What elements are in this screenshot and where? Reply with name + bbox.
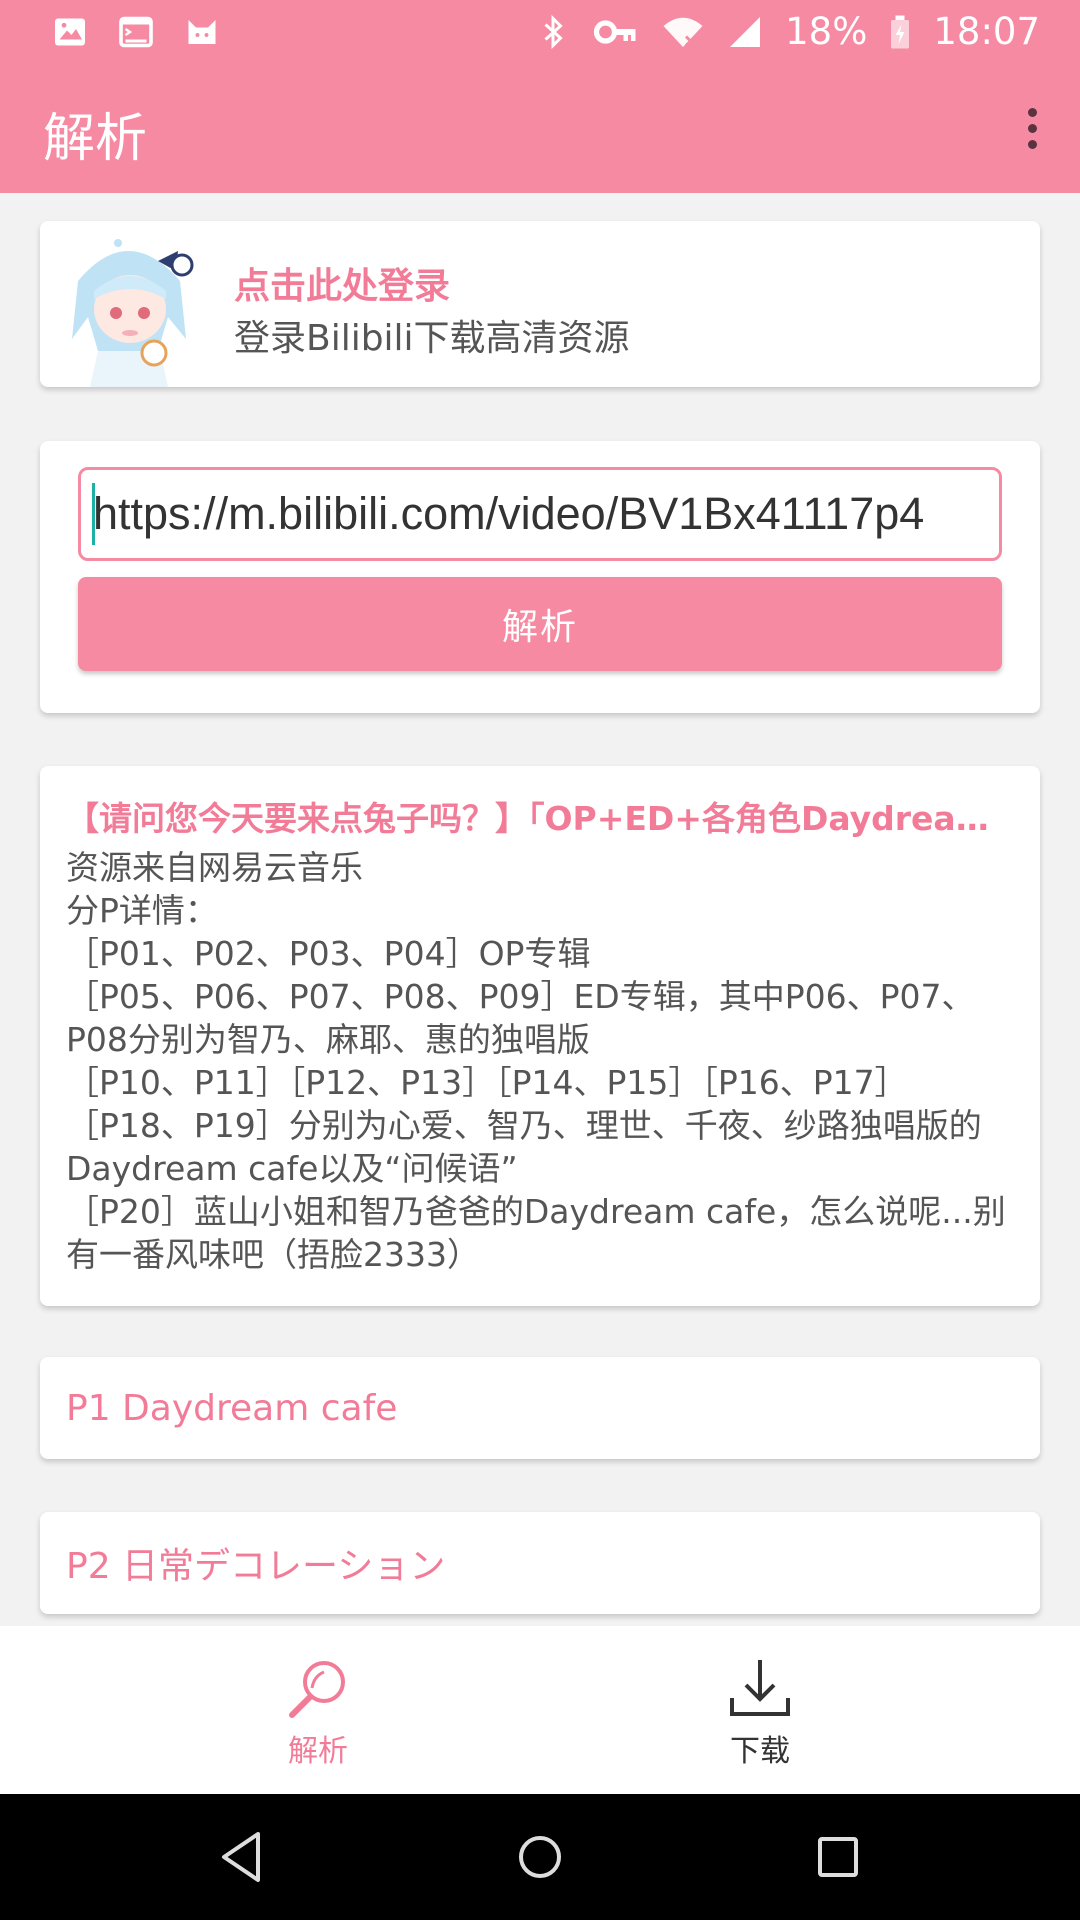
download-icon xyxy=(730,1660,790,1716)
vpn-key-icon xyxy=(593,19,636,44)
url-input[interactable] xyxy=(78,467,1002,561)
signal-icon xyxy=(730,16,761,47)
login-title: 点击此处登录 xyxy=(234,266,451,307)
list-item[interactable]: P1 Daydream cafe xyxy=(40,1357,1040,1459)
home-icon[interactable] xyxy=(507,1824,573,1890)
parse-card: 解析 xyxy=(40,441,1040,713)
bottom-nav: 解析 下载 xyxy=(0,1626,1080,1794)
tab-parse[interactable]: 解析 xyxy=(168,1626,468,1794)
back-icon[interactable] xyxy=(208,1824,274,1890)
video-info-card: 【请问您今天要来点兔子吗？】「OP+ED+各角色Daydream cafe」 资… xyxy=(40,766,1040,1306)
page-title: 解析 xyxy=(43,109,148,169)
bluetooth-icon xyxy=(544,14,563,49)
status-time: 18:07 xyxy=(933,10,1040,53)
search-icon xyxy=(289,1661,345,1718)
login-card[interactable]: 点击此处登录 登录Bilibili下载高清资源 xyxy=(40,221,1040,387)
video-title: 【请问您今天要来点兔子吗？】「OP+ED+各角色Daydream cafe」 xyxy=(66,799,1014,838)
avatar xyxy=(72,239,194,387)
parse-button[interactable]: 解析 xyxy=(78,577,1002,671)
app-bar: 18% 18:07 解析 xyxy=(0,0,1080,193)
battery-icon xyxy=(891,15,910,48)
tab-parse-label: 解析 xyxy=(288,1734,348,1769)
terminal-icon xyxy=(119,16,153,47)
recents-icon[interactable] xyxy=(805,1824,871,1890)
image-icon xyxy=(55,18,85,45)
login-subtitle: 登录Bilibili下载高清资源 xyxy=(234,318,630,359)
tab-download[interactable]: 下载 xyxy=(610,1626,910,1794)
cat-icon xyxy=(188,19,216,44)
list-item[interactable]: P2 日常デコレーション xyxy=(40,1512,1040,1614)
battery-percent: 18% xyxy=(785,10,868,53)
video-description: 资源来自网易云音乐 分P详情： ［P01、P02、P03、P04］OP专辑 ［P… xyxy=(66,848,1006,1274)
wifi-icon xyxy=(663,17,703,47)
more-vert-icon[interactable] xyxy=(1002,98,1062,158)
text-cursor xyxy=(92,483,95,545)
system-nav-bar xyxy=(0,1794,1080,1920)
status-bar: 18% 18:07 xyxy=(0,0,1080,63)
tab-download-label: 下载 xyxy=(730,1734,790,1769)
